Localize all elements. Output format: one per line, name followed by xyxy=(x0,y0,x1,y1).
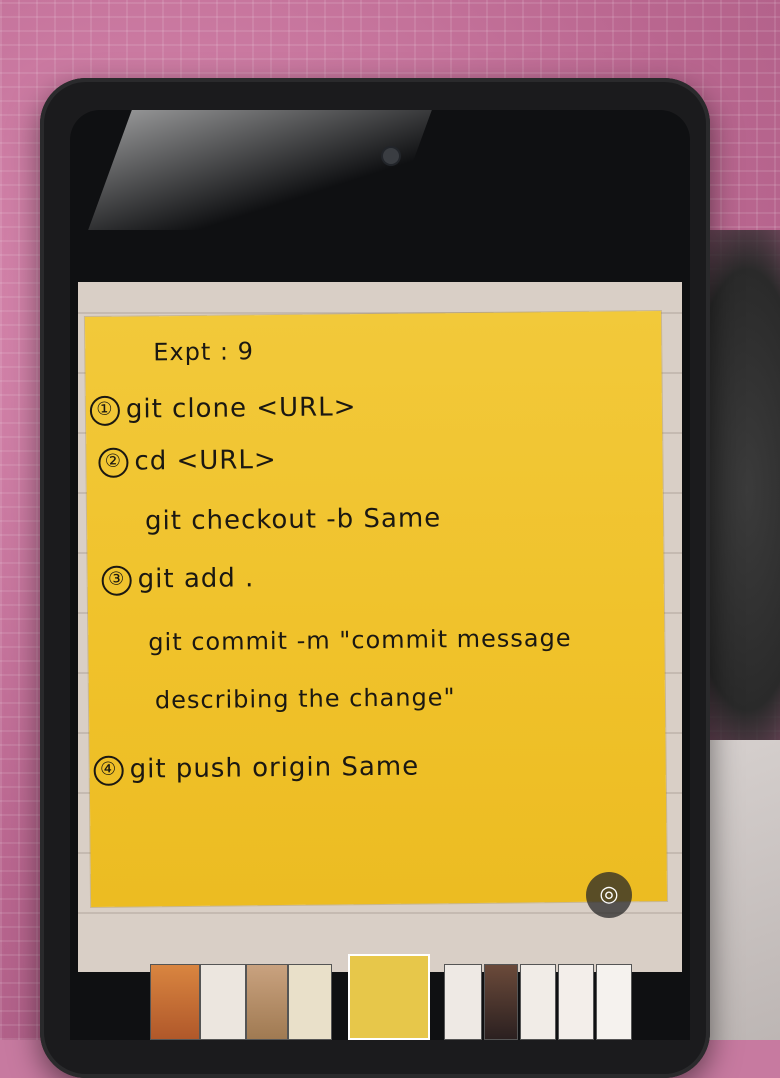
thumbnail-selected[interactable] xyxy=(348,954,430,1040)
step-2-marker: ② xyxy=(98,447,129,478)
lens-icon[interactable]: ◎ xyxy=(586,872,632,918)
thumbnail[interactable] xyxy=(558,964,594,1040)
step-3-text: git add . xyxy=(137,563,255,595)
step-2-line-2-text: git checkout -b Same xyxy=(144,503,442,537)
thumbnail[interactable] xyxy=(200,964,246,1040)
gallery-thumbnail-strip xyxy=(150,950,670,1040)
step-3-line-2: git commit -m "commit message xyxy=(148,624,571,656)
step-3-marker: ③ xyxy=(101,565,132,596)
thumbnail[interactable] xyxy=(520,964,556,1040)
step-1-marker: ① xyxy=(89,395,121,426)
thumbnail[interactable] xyxy=(150,964,200,1040)
sticky-note: Expt : 9 ① git clone <URL> ② cd <URL> git … xyxy=(84,311,668,907)
screen-glare xyxy=(88,110,432,230)
note-title: Expt : 9 xyxy=(153,337,255,367)
step-1: ① git clone <URL> xyxy=(89,392,357,426)
thumbnail[interactable] xyxy=(484,964,518,1040)
thumbnail[interactable] xyxy=(444,964,482,1040)
step-4: ④ git push origin Same xyxy=(93,751,420,786)
step-1-text: git clone <URL> xyxy=(125,392,357,425)
step-2-text: cd <URL> xyxy=(134,445,277,477)
thumbnail[interactable] xyxy=(246,964,288,1040)
step-3: ③ git add . xyxy=(101,563,255,596)
photo-viewer: Expt : 9 ① git clone <URL> ② cd <URL> git … xyxy=(78,282,682,972)
thumbnail[interactable] xyxy=(596,964,632,1040)
step-3-line-2-text: git commit -m "commit message xyxy=(148,623,572,657)
step-3-line-3-text: describing the change" xyxy=(154,683,456,715)
step-2: ② cd <URL> xyxy=(98,445,277,478)
step-4-text: git push origin Same xyxy=(129,751,420,785)
phone-screen: Expt : 9 ① git clone <URL> ② cd <URL> git … xyxy=(70,110,690,1040)
front-camera xyxy=(383,148,399,164)
step-4-marker: ④ xyxy=(93,755,124,786)
step-2-line-2: git checkout -b Same xyxy=(145,503,441,536)
step-3-line-3: describing the change" xyxy=(155,683,456,714)
thumbnail[interactable] xyxy=(288,964,332,1040)
